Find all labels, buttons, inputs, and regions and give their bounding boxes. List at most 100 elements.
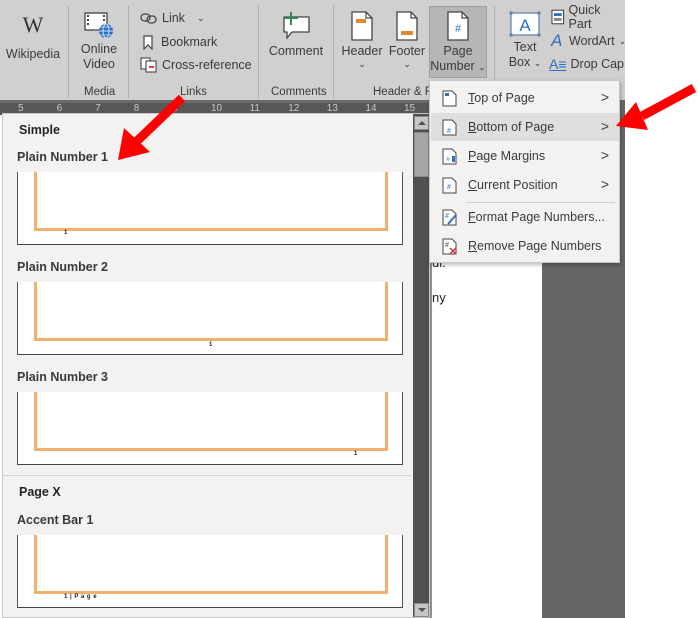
page-number-label-2-wrap: Number ⌄ xyxy=(429,59,487,75)
drop-cap-button[interactable]: A≡ Drop Cap xyxy=(549,54,624,74)
bookmark-button[interactable]: Bookmark xyxy=(142,32,217,52)
page-preview-frame xyxy=(34,535,388,594)
ribbon-separator xyxy=(128,6,129,98)
bottom-of-page-icon: # xyxy=(442,119,457,136)
scrollbar-thumb[interactable] xyxy=(414,132,429,177)
wikipedia-label: Wikipedia xyxy=(5,47,61,61)
chevron-right-icon: > xyxy=(600,147,609,163)
header-icon xyxy=(351,11,373,41)
new-comment-icon xyxy=(283,12,310,40)
menu-item-label: Bottom of Page xyxy=(468,120,555,134)
current-position-icon: # xyxy=(442,177,457,194)
menu-item-format-page-numbers[interactable]: # Format Page Numbers... xyxy=(431,203,619,231)
wordart-icon: A xyxy=(551,31,563,50)
drop-cap-icon: A≡ xyxy=(549,56,567,72)
scroll-down-arrow-icon[interactable] xyxy=(414,603,429,617)
document-text-line: ny xyxy=(432,290,446,305)
page-number-preview: 1 xyxy=(64,230,68,236)
menu-item-page-margins[interactable]: # Page Margins > xyxy=(431,142,619,170)
chevron-down-icon: ⌄ xyxy=(478,62,486,72)
gallery-item-label: Plain Number 1 xyxy=(17,150,108,164)
cross-reference-icon xyxy=(140,57,157,73)
wikipedia-button[interactable]: W Wikipedia xyxy=(4,6,62,62)
footer-icon xyxy=(396,11,418,41)
menu-item-label: Top of Page xyxy=(468,91,535,105)
page-number-preview: 1 xyxy=(209,342,213,348)
quick-parts-button[interactable]: Quick Part xyxy=(551,3,625,31)
gallery-content: Simple Plain Number 1 1 Plain Number 2 1… xyxy=(3,114,411,617)
link-label: Link xyxy=(162,11,185,25)
menu-item-label: Remove Page Numbers xyxy=(468,239,602,253)
quick-parts-icon xyxy=(551,9,565,25)
comments-group-label: Comments xyxy=(271,86,327,98)
svg-text:#: # xyxy=(447,184,451,191)
svg-text:#: # xyxy=(445,242,449,249)
wordart-button[interactable]: A WordArt ⌄ xyxy=(551,31,626,51)
drop-cap-label: Drop Cap xyxy=(570,57,625,71)
online-video-label-1: Online xyxy=(80,42,118,56)
comment-label: Comment xyxy=(268,44,324,58)
link-button[interactable]: Link ⌄ xyxy=(140,8,204,28)
page-number-button[interactable]: # Page Number ⌄ xyxy=(429,6,487,75)
bookmark-label: Bookmark xyxy=(161,35,218,49)
page-preview-frame xyxy=(34,392,388,451)
gallery-item-plain-number-2[interactable]: 1 xyxy=(17,282,403,355)
menu-item-bottom-of-page[interactable]: # Bottom of Page > xyxy=(431,113,619,141)
page-number-preview: 1 | P a g e xyxy=(64,594,98,600)
gallery-item-label: Accent Bar 1 xyxy=(17,513,94,527)
gallery-item-label: Plain Number 2 xyxy=(17,260,108,274)
page-number-icon: # xyxy=(447,11,469,41)
bookmark-icon xyxy=(143,34,153,50)
gallery-item-plain-number-1[interactable]: 1 xyxy=(17,172,403,245)
link-icon xyxy=(140,13,157,24)
page-number-label-1: Page xyxy=(443,44,473,58)
menu-item-label: Current Position xyxy=(468,178,558,192)
online-video-button[interactable]: Online Video xyxy=(74,6,124,72)
annotation-arrow-icon xyxy=(118,94,186,160)
text-box-button[interactable]: A Text Box ⌄ xyxy=(503,6,547,71)
page-number-menu: Top of Page > # Bottom of Page > # Page … xyxy=(429,80,620,263)
cross-reference-button[interactable]: Cross-reference xyxy=(140,55,252,75)
svg-text:#: # xyxy=(447,128,451,135)
wikipedia-icon: W xyxy=(22,12,44,37)
text-box-label-2-wrap: Box ⌄ xyxy=(503,55,547,71)
gallery-item-accent-bar-1[interactable]: 1 | P a g e xyxy=(17,535,403,608)
ribbon-separator xyxy=(333,6,334,98)
gallery-item-label: Plain Number 3 xyxy=(17,370,108,384)
menu-item-top-of-page[interactable]: Top of Page > xyxy=(431,84,619,112)
gallery-divider xyxy=(3,475,411,476)
menu-item-label: Page Margins xyxy=(468,149,546,163)
annotation-arrow-icon xyxy=(616,84,697,130)
quick-parts-label: Quick Part xyxy=(568,3,601,31)
comment-button[interactable]: Comment xyxy=(266,6,326,59)
gallery-item-plain-number-3[interactable]: 1 xyxy=(17,392,403,465)
menu-item-label: Format Page Numbers... xyxy=(468,210,605,224)
gallery-category-page-x: Page X xyxy=(19,485,61,499)
page-margins-icon: # xyxy=(442,148,457,165)
ribbon-separator xyxy=(258,6,259,98)
chevron-right-icon: > xyxy=(600,176,609,192)
footer-button[interactable]: Footer ⌄ xyxy=(386,6,428,69)
online-video-label-2: Video xyxy=(83,57,115,71)
format-page-numbers-icon: # xyxy=(442,209,457,226)
svg-text:#: # xyxy=(455,23,462,35)
cross-reference-label: Cross-reference xyxy=(162,58,252,72)
scroll-up-arrow-icon[interactable] xyxy=(414,116,429,130)
menu-item-current-position[interactable]: # Current Position > xyxy=(431,171,619,199)
page-number-label-2: Number xyxy=(430,59,475,73)
gallery-scrollbar[interactable] xyxy=(413,114,429,617)
chevron-right-icon: > xyxy=(600,89,609,105)
chevron-down-icon: ⌄ xyxy=(358,59,366,69)
chevron-down-icon: ⌄ xyxy=(403,59,411,69)
header-label: Header xyxy=(341,44,383,58)
svg-text:#: # xyxy=(445,213,449,220)
text-box-icon: A xyxy=(509,11,541,37)
menu-item-remove-page-numbers[interactable]: # Remove Page Numbers xyxy=(431,232,619,260)
gallery-category-simple: Simple xyxy=(19,123,60,137)
remove-page-numbers-icon: # xyxy=(442,238,457,255)
chevron-right-icon: > xyxy=(600,118,609,134)
ribbon-separator xyxy=(68,6,69,98)
chevron-down-icon: ⌄ xyxy=(196,12,205,23)
header-button[interactable]: Header ⌄ xyxy=(340,6,384,69)
bottom-of-page-gallery: Simple Plain Number 1 1 Plain Number 2 1… xyxy=(2,113,430,618)
